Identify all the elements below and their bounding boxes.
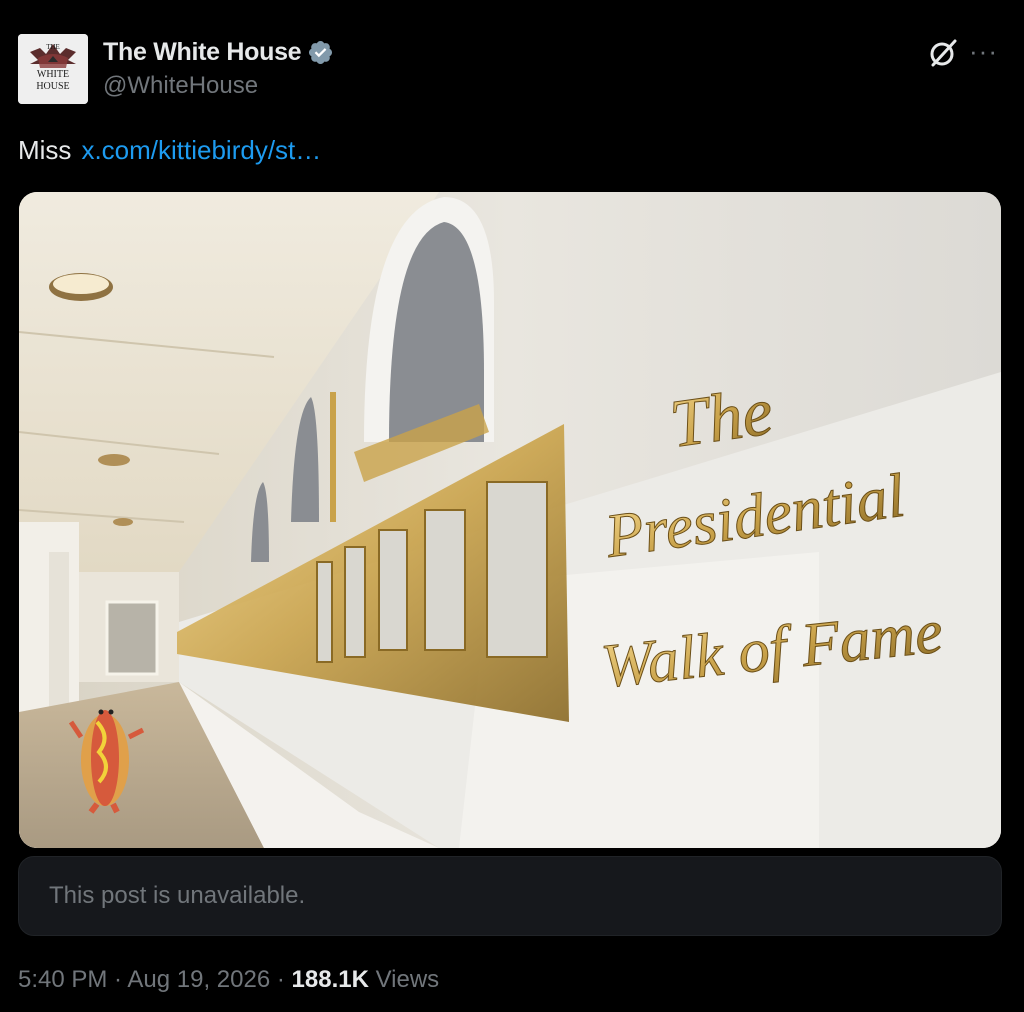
meta-separator: · [270,966,292,993]
grok-icon[interactable] [928,38,958,68]
avatar[interactable]: THE WHITE HOUSE [18,34,88,104]
verified-badge-icon[interactable] [307,39,334,66]
more-options-icon[interactable]: ··· [969,36,998,67]
tweet-header: THE WHITE HOUSE The White House @WhiteHo… [18,34,1006,106]
post-date[interactable]: Aug 19, 2026 [127,966,270,993]
post-meta: 5:40 PM · Aug 19, 2026 · 188.1K Views [18,966,439,994]
post-image[interactable]: The Presidential Walk of Fame [19,192,1001,848]
unavailable-text: This post is unavailable. [49,882,306,909]
author-name-row: The White House [103,36,334,68]
quoted-post-unavailable[interactable]: This post is unavailable. [18,856,1002,936]
views-label: Views [368,966,440,993]
views-count[interactable]: 188.1K [292,966,369,993]
meta-separator: · [107,966,128,993]
post-text: Miss x.com/kittiebirdy/st… [18,133,321,167]
post-link[interactable]: x.com/kittiebirdy/st… [81,135,321,165]
avatar-text-the: THE [46,43,60,51]
author-handle[interactable]: @WhiteHouse [103,72,258,100]
post-time[interactable]: 5:40 PM [18,966,107,993]
author-name[interactable]: The White House [103,38,302,67]
post-body: Miss [18,135,72,165]
avatar-text-house: HOUSE [36,81,70,92]
sign-line-1: The [666,372,778,461]
hallway-photo: The Presidential Walk of Fame [19,192,1001,848]
avatar-text-white: WHITE [36,69,70,80]
